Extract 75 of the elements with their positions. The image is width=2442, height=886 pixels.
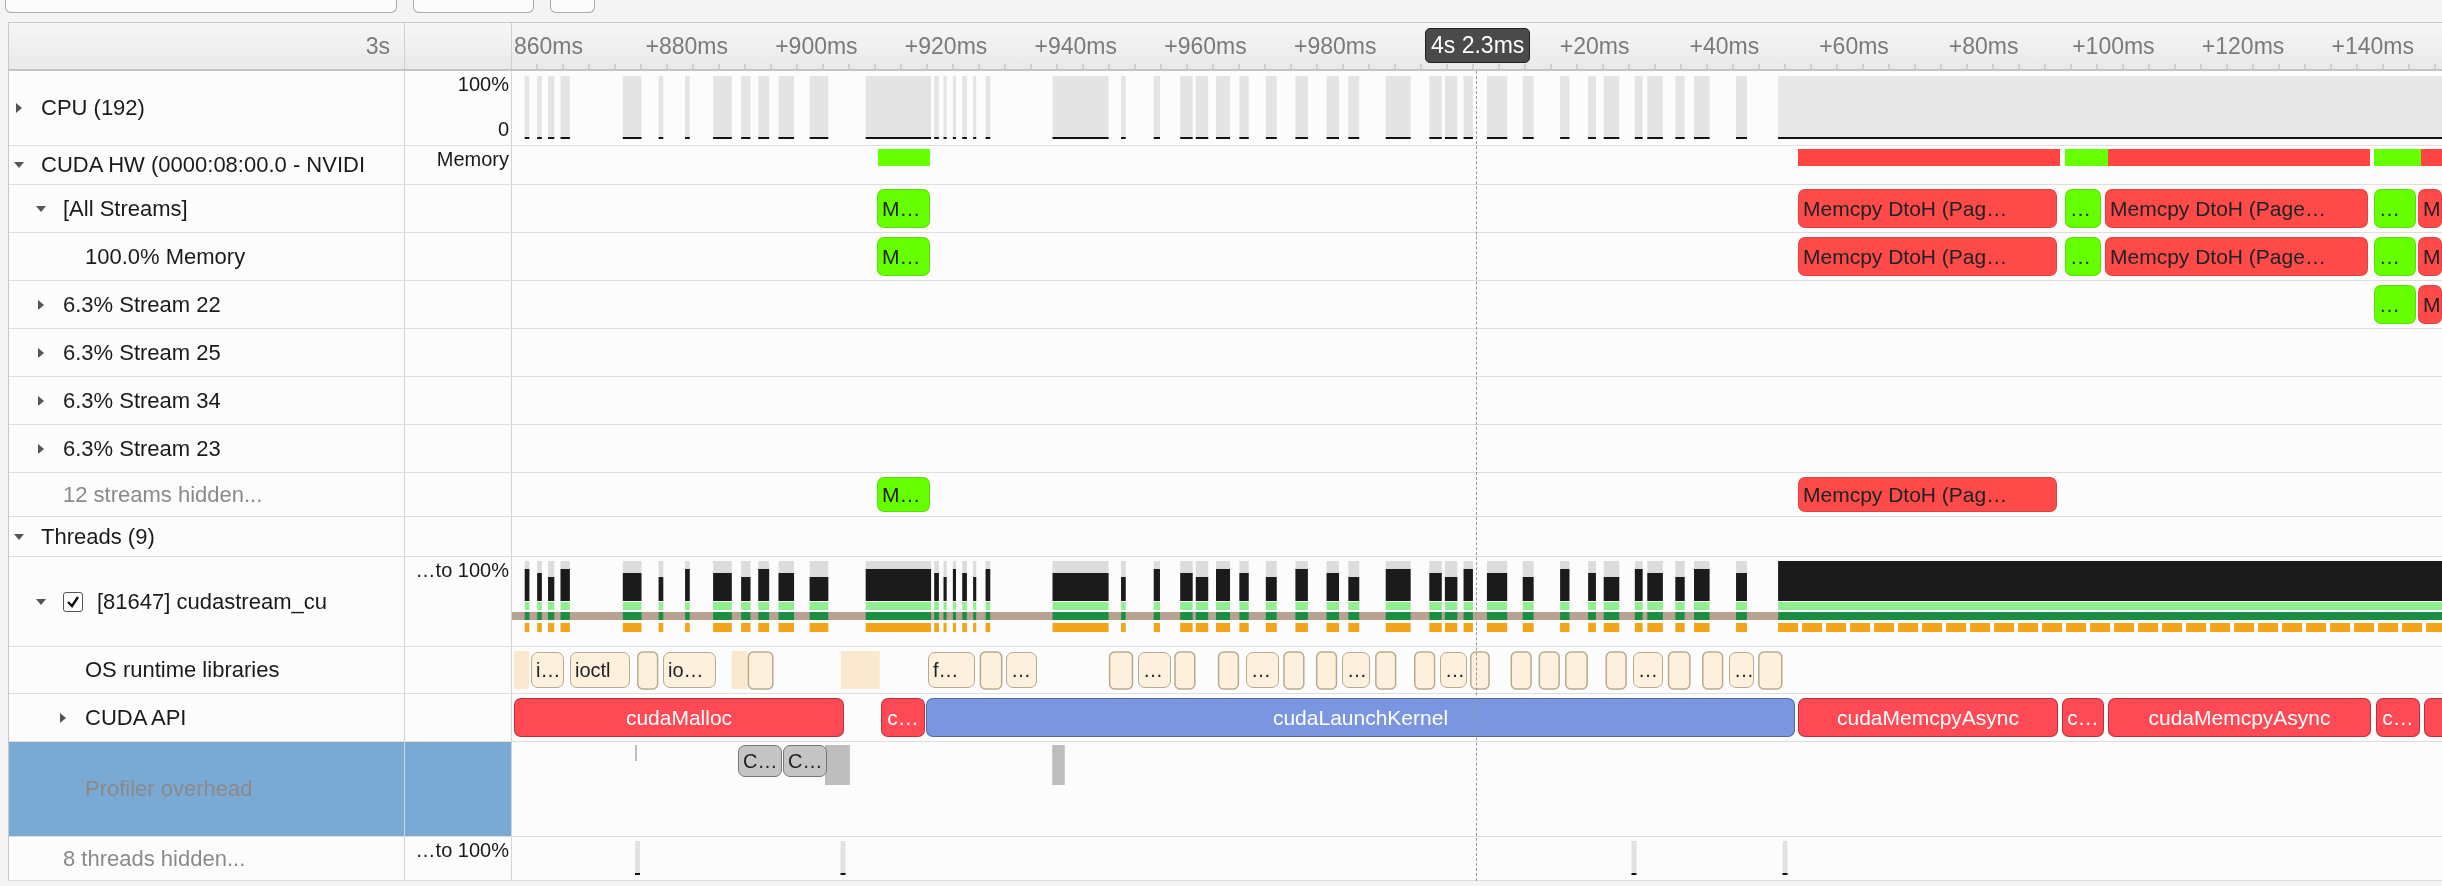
os-call-block[interactable]: f… xyxy=(928,652,975,688)
track-label[interactable]: CPU (192) xyxy=(41,95,145,121)
track-header[interactable]: [81647] cudastream_cu xyxy=(9,557,405,646)
track-label[interactable]: 6.3% Stream 25 xyxy=(63,339,221,366)
os-call-block[interactable]: i… xyxy=(531,652,564,688)
tick-label: +60ms xyxy=(1819,33,1889,60)
os-call-block[interactable]: … xyxy=(1006,652,1037,688)
tick-label: +980ms xyxy=(1293,33,1377,60)
event-block[interactable]: … xyxy=(2065,189,2101,228)
event-block[interactable]: M… xyxy=(877,189,930,228)
event-block[interactable]: M… xyxy=(877,477,930,512)
track-header[interactable]: 6.3% Stream 23 xyxy=(9,425,405,472)
track-label[interactable]: [81647] cudastream_cu xyxy=(97,588,327,615)
track-header[interactable]: 6.3% Stream 22 xyxy=(9,281,405,328)
tick-label: +140ms xyxy=(2331,33,2415,60)
track-header[interactable]: 6.3% Stream 34 xyxy=(9,377,405,424)
track-header[interactable]: 100.0% Memory xyxy=(9,233,405,280)
tick-label: +940ms xyxy=(1034,33,1118,60)
tick-label: +40ms xyxy=(1689,33,1760,60)
event-block[interactable]: Memcpy DtoH (Pag… xyxy=(1798,189,2057,228)
event-block[interactable]: Memcpy DtoH (Pag… xyxy=(1798,237,2057,276)
checkbox[interactable] xyxy=(63,591,83,612)
track-header[interactable]: Threads (9) xyxy=(9,517,405,556)
track-label[interactable]: Threads (9) xyxy=(41,523,155,550)
os-call-block[interactable]: … xyxy=(1246,652,1279,688)
tick-label: +960ms xyxy=(1164,33,1247,60)
event-block[interactable]: Memcpy DtoH (Page… xyxy=(2105,237,2368,276)
tick-label: +20ms xyxy=(1559,33,1630,60)
track-header[interactable]: OS runtime libraries xyxy=(9,647,405,693)
os-call-block[interactable]: … xyxy=(1633,652,1663,688)
track-label[interactable]: 100.0% Memory xyxy=(85,243,246,270)
event-block[interactable]: Memcpy DtoH (Pag… xyxy=(1798,477,2057,512)
track-label[interactable]: CUDA API xyxy=(85,704,187,731)
event-block[interactable]: C… xyxy=(738,745,782,777)
track-header[interactable]: [All Streams] xyxy=(9,185,405,232)
os-call-block[interactable]: … xyxy=(1440,652,1467,688)
scale-label: 100% xyxy=(457,73,509,96)
event-block[interactable]: M xyxy=(2418,189,2442,228)
time-origin-label: 3s xyxy=(365,32,390,60)
track-label[interactable]: 6.3% Stream 23 xyxy=(63,435,221,462)
track-header[interactable]: CUDA API xyxy=(9,694,405,741)
event-block[interactable]: M… xyxy=(877,237,930,276)
event-block[interactable]: … xyxy=(2374,237,2416,276)
event-block[interactable]: C… xyxy=(783,745,827,777)
track-header[interactable]: CPU (192) xyxy=(9,71,405,145)
event-block[interactable]: … xyxy=(2065,237,2101,276)
event-block[interactable]: … xyxy=(2374,285,2416,324)
tick-label: +120ms xyxy=(2201,33,2285,60)
os-call-block[interactable]: … xyxy=(1138,652,1171,688)
os-call-block[interactable]: … xyxy=(1729,652,1754,688)
cursor-time-label: 4s 2.3ms xyxy=(1425,28,1531,63)
scale-label: 0 xyxy=(497,118,509,141)
track-label[interactable]: 6.3% Stream 34 xyxy=(63,387,221,414)
tick-label: 860ms xyxy=(514,33,584,60)
track-header[interactable]: CUDA HW (0000:08:00.0 - NVIDI xyxy=(9,146,405,184)
tick-label: +880ms xyxy=(645,33,728,60)
scale-label: Memory xyxy=(436,148,509,171)
event-block[interactable]: Memcpy DtoH (Page… xyxy=(2105,189,2368,228)
scale-label: …to 100% xyxy=(415,839,509,862)
event-block[interactable]: M xyxy=(2418,285,2442,324)
event-block[interactable]: … xyxy=(2374,189,2416,228)
tick-label: +900ms xyxy=(775,33,858,60)
os-call-block[interactable]: ioctl xyxy=(570,652,630,688)
tick-label: +80ms xyxy=(1948,33,2019,60)
os-call-block[interactable]: io… xyxy=(663,652,716,688)
tick-label: +920ms xyxy=(904,33,988,60)
tick-label: +100ms xyxy=(2072,33,2155,60)
track-label[interactable]: OS runtime libraries xyxy=(85,657,280,683)
track-label[interactable]: 6.3% Stream 22 xyxy=(63,291,221,318)
track-label[interactable]: [All Streams] xyxy=(63,195,188,222)
event-block[interactable]: M xyxy=(2418,237,2442,276)
track-label[interactable]: CUDA HW (0000:08:00.0 - NVIDI xyxy=(41,152,365,178)
os-call-block[interactable]: … xyxy=(1342,652,1370,688)
track-header[interactable]: 6.3% Stream 25 xyxy=(9,329,405,376)
scale-label: …to 100% xyxy=(415,559,509,582)
